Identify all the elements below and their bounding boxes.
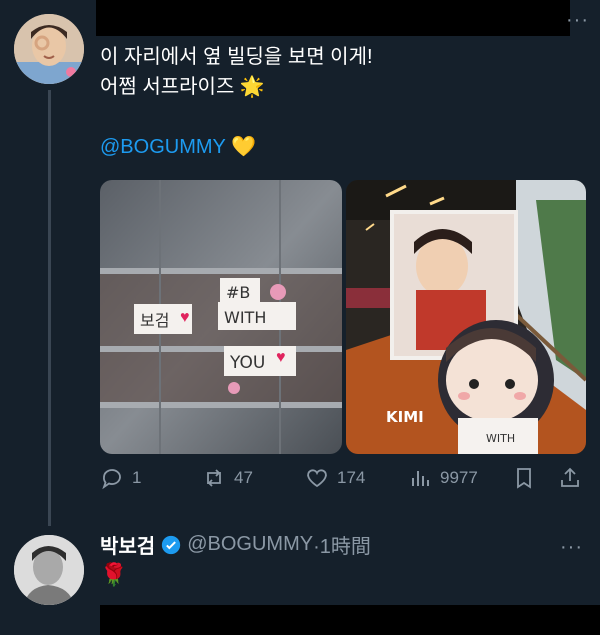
photo-doll-standee[interactable]: WITH KIMI <box>346 180 586 454</box>
retweet-icon <box>207 469 221 487</box>
tweet-text-line1: 이 자리에서 옆 빌딩을 보면 이게! <box>100 46 373 68</box>
thread-connector-line <box>48 90 51 526</box>
like-button[interactable]: 174 <box>305 466 365 490</box>
share-button[interactable] <box>558 466 582 490</box>
retweet-button[interactable]: 47 <box>202 466 253 490</box>
rose-emoji: 🌹 <box>100 562 128 587</box>
views-count: 9977 <box>440 468 478 487</box>
note-bogeom: 보검 <box>140 311 169 330</box>
reply-display-name[interactable]: 박보검 <box>100 530 155 559</box>
heart-icon <box>307 469 327 488</box>
photo-window-notes-image: 보검 ♥ #B WITH YOU ♥ <box>100 180 342 454</box>
reply-handle[interactable]: @BOGUMMY <box>187 533 313 556</box>
author-avatar-image <box>14 14 84 84</box>
redaction-bar-top <box>96 0 570 36</box>
tweet-text: 이 자리에서 옆 빌딩을 보면 이게! 어쩜 서프라이즈 🌟 @BOGUMMY … <box>100 42 373 162</box>
tweet-actions: 1 47 174 9977 <box>100 466 590 496</box>
reply-more-options-icon[interactable]: ··· <box>560 537 583 557</box>
like-count: 174 <box>337 468 366 487</box>
share-icon <box>561 467 579 487</box>
reply-avatar[interactable] <box>14 535 84 605</box>
tweet-text-line2: 어쩜 서프라이즈 <box>100 76 235 98</box>
views-icon <box>412 471 429 486</box>
mention-link[interactable]: @BOGUMMY <box>100 136 226 158</box>
reply-time: ·1時間 <box>313 536 371 558</box>
retweet-count: 47 <box>234 468 253 487</box>
reply-button[interactable]: 1 <box>100 466 141 490</box>
svg-text:♥: ♥ <box>180 309 190 326</box>
more-options-icon[interactable]: ··· <box>566 10 589 30</box>
doll-shirt-text: WITH <box>486 432 515 445</box>
photo-doll-standee-image: WITH KIMI <box>346 180 586 454</box>
note-hash-b: #B <box>226 283 250 302</box>
note-you: YOU <box>229 353 265 373</box>
svg-text:♥: ♥ <box>276 349 286 366</box>
reply-header: 박보검 @BOGUMMY ·1時間 <box>100 530 371 559</box>
doll-label-kimi: KIMI <box>386 408 424 426</box>
redaction-bar-bottom <box>100 605 600 635</box>
bookmark-button[interactable] <box>512 466 536 490</box>
photo-window-notes[interactable]: 보검 ♥ #B WITH YOU ♥ <box>100 180 342 454</box>
reply-icon <box>102 469 121 490</box>
reply-count: 1 <box>132 468 142 487</box>
verified-badge-icon <box>162 535 181 554</box>
star-emoji: 🌟 <box>239 76 265 98</box>
note-with: WITH <box>224 308 266 327</box>
author-avatar[interactable] <box>14 14 84 84</box>
views-button[interactable]: 9977 <box>408 466 478 490</box>
reply-avatar-image <box>14 535 84 605</box>
bookmark-icon <box>517 468 531 489</box>
yellow-heart-emoji: 💛 <box>231 136 256 158</box>
